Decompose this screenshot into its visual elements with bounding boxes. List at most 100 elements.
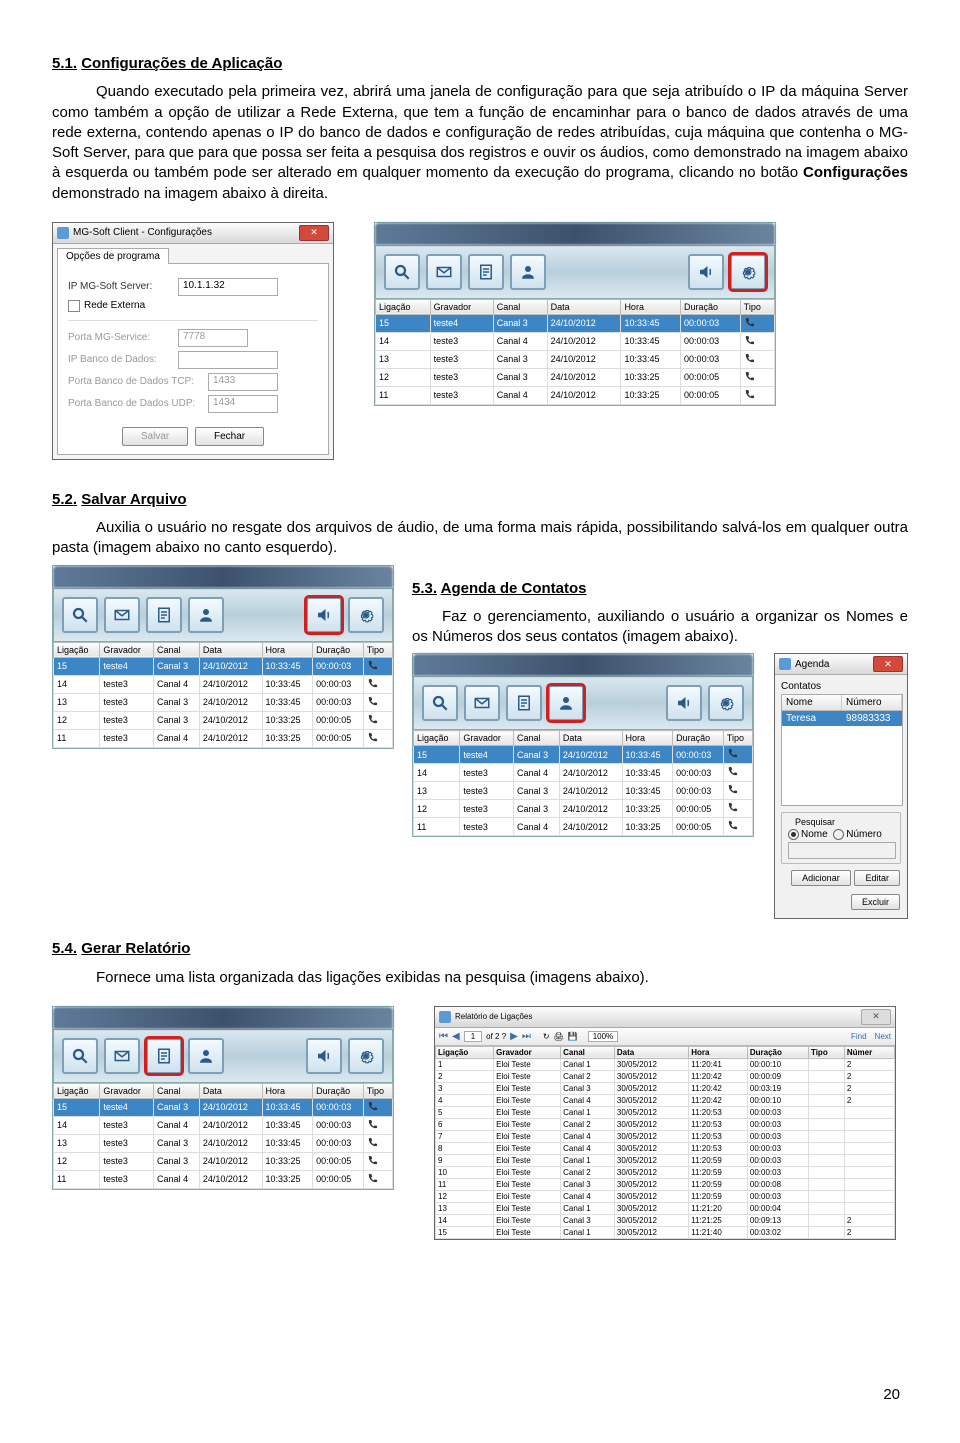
ext-checkbox[interactable] xyxy=(68,300,80,312)
table-row[interactable]: 13Eloi TesteCanal 130/05/201211:21:2000:… xyxy=(436,1202,895,1214)
table-row[interactable]: 5Eloi TesteCanal 130/05/201211:20:5300:0… xyxy=(436,1106,895,1118)
gear-icon[interactable] xyxy=(730,254,766,290)
ip-bd-label: IP Banco de Dados: xyxy=(68,354,178,365)
save-button[interactable]: Salvar xyxy=(122,427,188,446)
toolbar xyxy=(53,588,393,642)
porta-svc-input[interactable]: 7778 xyxy=(178,329,248,347)
agenda-table[interactable]: NomeNúmero Teresa98983333 xyxy=(781,694,903,806)
nav-next-icon[interactable]: ▶ xyxy=(510,1031,518,1042)
export-icon[interactable]: 💾 xyxy=(568,1032,578,1041)
table-row[interactable]: 6Eloi TesteCanal 230/05/201211:20:5300:0… xyxy=(436,1118,895,1130)
report-icon[interactable] xyxy=(468,254,504,290)
table-row[interactable]: 14teste3Canal 424/10/201210:33:4500:00:0… xyxy=(414,764,753,782)
tcp-input[interactable]: 1433 xyxy=(208,373,278,391)
search-input[interactable] xyxy=(788,842,896,859)
table-row[interactable]: 14teste3Canal 424/10/201210:33:4500:00:0… xyxy=(376,332,775,350)
search-icon[interactable] xyxy=(384,254,420,290)
table-row[interactable]: 15teste4Canal 324/10/201210:33:4500:00:0… xyxy=(54,1098,393,1116)
search-icon[interactable] xyxy=(422,685,458,721)
table-row[interactable]: 15Eloi TesteCanal 130/05/201211:21:4000:… xyxy=(436,1226,895,1238)
table-row[interactable]: 12teste3Canal 324/10/201210:33:2500:00:0… xyxy=(414,800,753,818)
toolbar xyxy=(53,1029,393,1083)
table-row[interactable]: 12Eloi TesteCanal 430/05/201211:20:5900:… xyxy=(436,1190,895,1202)
ip-bd-input[interactable] xyxy=(178,351,278,369)
close-icon[interactable]: ✕ xyxy=(299,225,329,241)
nav-prev-icon[interactable]: ◀ xyxy=(452,1031,460,1042)
table-row[interactable]: 15teste4Canal 324/10/201210:33:4500:00:0… xyxy=(54,657,393,675)
zoom-input[interactable]: 100% xyxy=(588,1031,618,1042)
table-row[interactable]: 12teste3Canal 324/10/201210:33:2500:00:0… xyxy=(54,711,393,729)
report-icon[interactable] xyxy=(506,685,542,721)
table-row[interactable]: 11teste3Canal 424/10/201210:33:2500:00:0… xyxy=(54,729,393,747)
table-row[interactable]: 15teste4Canal 324/10/201210:33:4500:00:0… xyxy=(414,746,753,764)
contact-icon[interactable] xyxy=(510,254,546,290)
speaker-icon[interactable] xyxy=(688,254,724,290)
radio-numero[interactable] xyxy=(833,829,844,840)
search-icon[interactable] xyxy=(62,597,98,633)
agenda-row-name[interactable]: Teresa xyxy=(782,711,842,726)
table-row[interactable]: 12teste3Canal 324/10/201210:33:2500:00:0… xyxy=(54,1152,393,1170)
find-link[interactable]: Find xyxy=(851,1032,867,1041)
speaker-icon[interactable] xyxy=(306,1038,342,1074)
agenda-row-num[interactable]: 98983333 xyxy=(842,711,902,726)
refresh-icon[interactable]: ↻ xyxy=(543,1032,550,1041)
table-row[interactable]: 3Eloi TesteCanal 330/05/201211:20:4200:0… xyxy=(436,1082,895,1094)
nav-first-icon[interactable]: ⏮ xyxy=(439,1031,448,1042)
table-row[interactable]: 15teste4Canal 324/10/201210:33:4500:00:0… xyxy=(376,314,775,332)
table-row[interactable]: 13teste3Canal 324/10/201210:33:4500:00:0… xyxy=(376,350,775,368)
mail-icon[interactable] xyxy=(104,1038,140,1074)
table-row[interactable]: 10Eloi TesteCanal 230/05/201211:20:5900:… xyxy=(436,1166,895,1178)
table-row[interactable]: 9Eloi TesteCanal 130/05/201211:20:5900:0… xyxy=(436,1154,895,1166)
table-row[interactable]: 11teste3Canal 424/10/201210:33:2500:00:0… xyxy=(54,1170,393,1188)
table-row[interactable]: 13teste3Canal 324/10/201210:33:4500:00:0… xyxy=(54,1134,393,1152)
mail-icon[interactable] xyxy=(464,685,500,721)
table-row[interactable]: 12teste3Canal 324/10/201210:33:2500:00:0… xyxy=(376,368,775,386)
heading-51: 5.1. Configurações de Aplicação xyxy=(52,54,908,74)
table-row[interactable]: 8Eloi TesteCanal 430/05/201211:20:5300:0… xyxy=(436,1142,895,1154)
contact-icon[interactable] xyxy=(548,685,584,721)
page-input[interactable]: 1 xyxy=(464,1031,482,1042)
close-icon[interactable]: ✕ xyxy=(861,1009,891,1025)
table-row[interactable]: 4Eloi TesteCanal 430/05/201211:20:4200:0… xyxy=(436,1094,895,1106)
table-row[interactable]: 11teste3Canal 424/10/201210:33:2500:00:0… xyxy=(376,386,775,404)
close-button[interactable]: Fechar xyxy=(195,427,264,446)
radio-nome[interactable] xyxy=(788,829,799,840)
udp-input[interactable]: 1434 xyxy=(208,395,278,413)
table-row[interactable]: 14Eloi TesteCanal 330/05/201211:21:2500:… xyxy=(436,1214,895,1226)
next-link[interactable]: Next xyxy=(875,1032,891,1041)
gear-icon[interactable] xyxy=(348,1038,384,1074)
col-header: Canal xyxy=(493,299,547,314)
add-button[interactable]: Adicionar xyxy=(791,870,851,886)
nav-last-icon[interactable]: ⏭ xyxy=(522,1031,531,1042)
mail-icon[interactable] xyxy=(104,597,140,633)
speaker-icon[interactable] xyxy=(666,685,702,721)
col-header: Tipo xyxy=(363,642,392,657)
edit-button[interactable]: Editar xyxy=(854,870,900,886)
table-row[interactable]: 13teste3Canal 324/10/201210:33:4500:00:0… xyxy=(54,693,393,711)
gear-icon[interactable] xyxy=(348,597,384,633)
col-header: Canal xyxy=(154,1083,200,1098)
table-row[interactable]: 14teste3Canal 424/10/201210:33:4500:00:0… xyxy=(54,675,393,693)
print-icon[interactable]: 🖨 xyxy=(554,1032,564,1041)
gear-icon[interactable] xyxy=(708,685,744,721)
table-row[interactable]: 1Eloi TesteCanal 130/05/201211:20:4100:0… xyxy=(436,1058,895,1070)
contact-icon[interactable] xyxy=(188,597,224,633)
table-row[interactable]: 11teste3Canal 424/10/201210:33:2500:00:0… xyxy=(414,818,753,836)
speaker-icon[interactable] xyxy=(306,597,342,633)
delete-button[interactable]: Excluir xyxy=(851,894,900,910)
page-count: of 2 ? xyxy=(486,1032,506,1041)
search-icon[interactable] xyxy=(62,1038,98,1074)
ip-input[interactable]: 10.1.1.32 xyxy=(178,278,278,296)
table-row[interactable]: 7Eloi TesteCanal 430/05/201211:20:5300:0… xyxy=(436,1130,895,1142)
close-icon[interactable]: ✕ xyxy=(873,656,903,672)
table-row[interactable]: 14teste3Canal 424/10/201210:33:4500:00:0… xyxy=(54,1116,393,1134)
mail-icon[interactable] xyxy=(426,254,462,290)
calls-table: LigaçãoGravadorCanalDataHoraDuraçãoTipo1… xyxy=(53,1083,393,1189)
contact-icon[interactable] xyxy=(188,1038,224,1074)
table-row[interactable]: 11Eloi TesteCanal 330/05/201211:20:5900:… xyxy=(436,1178,895,1190)
report-icon[interactable] xyxy=(146,1038,182,1074)
table-row[interactable]: 13teste3Canal 324/10/201210:33:4500:00:0… xyxy=(414,782,753,800)
table-row[interactable]: 2Eloi TesteCanal 230/05/201211:20:4200:0… xyxy=(436,1070,895,1082)
report-icon[interactable] xyxy=(146,597,182,633)
tab-options[interactable]: Opções de programa xyxy=(57,248,169,264)
